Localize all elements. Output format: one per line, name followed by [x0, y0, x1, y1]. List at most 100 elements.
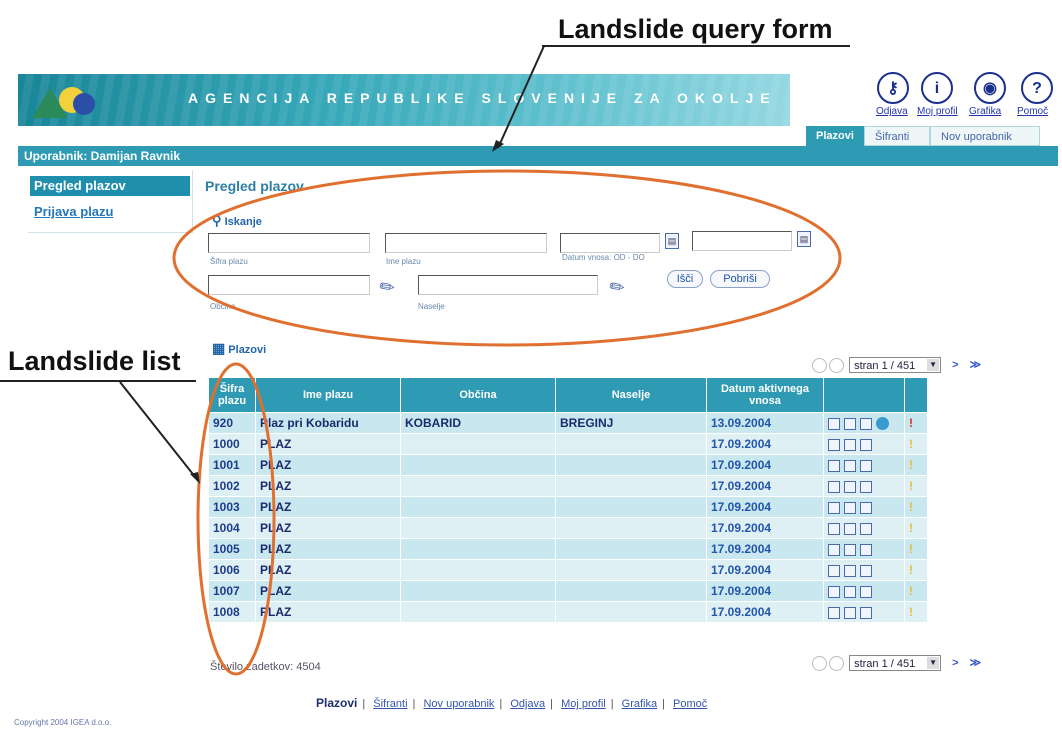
- footer-link-pomoc[interactable]: Pomoč: [673, 698, 707, 710]
- view-icon[interactable]: [828, 480, 840, 493]
- view-icon[interactable]: [828, 522, 840, 535]
- report-icon[interactable]: [860, 501, 872, 514]
- report-icon[interactable]: [860, 585, 872, 598]
- tab-plazovi[interactable]: Plazovi: [806, 126, 864, 146]
- view-icon[interactable]: [828, 501, 840, 514]
- table-row[interactable]: 1005 PLAZ 17.09.2004!: [208, 538, 928, 560]
- info-icon[interactable]: i: [921, 72, 953, 104]
- nav-item-pregled-plazov[interactable]: Pregled plazov: [30, 176, 190, 196]
- col-header-ime[interactable]: Ime plazu: [255, 377, 401, 413]
- table-row[interactable]: 1002 PLAZ 17.09.2004!: [208, 475, 928, 497]
- logout-link[interactable]: Odjava: [876, 106, 908, 117]
- col-header-datum[interactable]: Datum aktivnega vnosa: [706, 377, 824, 413]
- warning-icon: !: [909, 416, 913, 430]
- tab-sifranti[interactable]: Šifranti: [864, 126, 930, 146]
- first-page-icon[interactable]: [812, 357, 827, 373]
- obcina-input[interactable]: [208, 275, 370, 295]
- view-icon[interactable]: [828, 585, 840, 598]
- table-row[interactable]: 1003 PLAZ 17.09.2004!: [208, 496, 928, 518]
- query-form-ellipse: [172, 169, 842, 347]
- report-icon[interactable]: [860, 417, 872, 430]
- view-icon[interactable]: [828, 543, 840, 556]
- first-page-icon[interactable]: [812, 655, 827, 671]
- report-icon[interactable]: [860, 480, 872, 493]
- cell-datum: 17.09.2004: [706, 538, 824, 560]
- edit-icon[interactable]: [844, 543, 856, 556]
- tab-nov-uporabnik[interactable]: Nov uporabnik: [930, 126, 1040, 146]
- page-select[interactable]: stran 1 / 451 ▼: [849, 655, 942, 671]
- footer-link-moj-profil[interactable]: Moj profil: [561, 698, 606, 710]
- col-header-obcina[interactable]: Občina: [400, 377, 556, 413]
- prev-page-icon[interactable]: [829, 357, 844, 373]
- lookup-icon[interactable]: ✎: [375, 275, 399, 301]
- map-globe-icon[interactable]: [876, 417, 889, 431]
- edit-icon[interactable]: [844, 564, 856, 577]
- footer-link-odjava[interactable]: Odjava: [510, 698, 545, 710]
- page-select[interactable]: stran 1 / 451 ▼: [849, 357, 942, 373]
- naselje-input[interactable]: [418, 275, 598, 295]
- table-row[interactable]: 1000 PLAZ 17.09.2004!: [208, 433, 928, 455]
- table-row[interactable]: 1004 PLAZ 17.09.2004!: [208, 517, 928, 539]
- view-icon[interactable]: [828, 564, 840, 577]
- table-row[interactable]: 1006 PLAZ 17.09.2004!: [208, 559, 928, 581]
- search-heading: ⚲ Iskanje: [212, 213, 262, 228]
- warning-icon: !: [909, 584, 913, 598]
- table-row[interactable]: 920 Plaz pri Kobaridu KOBARID BREGINJ 13.09.…: [208, 412, 928, 434]
- last-page-icon[interactable]: ≫: [970, 359, 982, 371]
- search-button[interactable]: Išči: [667, 270, 703, 288]
- sifra-input[interactable]: [208, 233, 370, 253]
- prev-page-icon[interactable]: [829, 655, 844, 671]
- cell-actions: [823, 559, 905, 581]
- footer-link-nov-uporabnik[interactable]: Nov uporabnik: [423, 698, 494, 710]
- report-icon[interactable]: [860, 459, 872, 472]
- footer-link-sifranti[interactable]: Šifranti: [373, 698, 407, 710]
- help-icon[interactable]: ?: [1021, 72, 1053, 104]
- edit-icon[interactable]: [844, 438, 856, 451]
- table-row[interactable]: 1008 PLAZ 17.09.2004!: [208, 601, 928, 623]
- report-icon[interactable]: [860, 606, 872, 619]
- edit-icon[interactable]: [844, 459, 856, 472]
- calendar-icon[interactable]: ▤: [665, 233, 679, 249]
- report-icon[interactable]: [860, 438, 872, 451]
- next-page-icon[interactable]: >: [952, 359, 958, 371]
- report-icon[interactable]: [860, 543, 872, 556]
- edit-icon[interactable]: [844, 417, 856, 430]
- report-icon[interactable]: [860, 564, 872, 577]
- my-profile-link[interactable]: Moj profil: [917, 106, 958, 117]
- edit-icon[interactable]: [844, 606, 856, 619]
- next-page-icon[interactable]: >: [952, 657, 958, 669]
- footer-link-grafika[interactable]: Grafika: [622, 698, 657, 710]
- cell-obcina: [400, 517, 556, 539]
- cell-obcina: [400, 454, 556, 476]
- last-page-icon[interactable]: ≫: [970, 657, 982, 669]
- globe-icon[interactable]: ◉: [974, 72, 1006, 104]
- ime-input[interactable]: [385, 233, 547, 253]
- graphics-link[interactable]: Grafika: [969, 106, 1001, 117]
- edit-icon[interactable]: [844, 585, 856, 598]
- cell-obcina: [400, 580, 556, 602]
- lookup-icon[interactable]: ✎: [605, 275, 629, 301]
- col-header-naselje[interactable]: Naselje: [555, 377, 707, 413]
- col-header-actions: [823, 377, 905, 413]
- table-row[interactable]: 1007 PLAZ 17.09.2004!: [208, 580, 928, 602]
- cell-status: !: [904, 580, 928, 602]
- nav-item-prijava-plazu[interactable]: Prijava plazu: [30, 204, 190, 228]
- view-icon[interactable]: [828, 606, 840, 619]
- report-icon[interactable]: [860, 522, 872, 535]
- datum-do-input[interactable]: [692, 231, 792, 251]
- calendar-icon[interactable]: ▤: [797, 231, 811, 247]
- datum-od-input[interactable]: [560, 233, 660, 253]
- clear-button[interactable]: Pobriši: [710, 270, 770, 288]
- edit-icon[interactable]: [844, 522, 856, 535]
- footer-link-plazovi[interactable]: Plazovi: [316, 696, 357, 710]
- help-link[interactable]: Pomoč: [1017, 106, 1048, 117]
- view-icon[interactable]: [828, 438, 840, 451]
- col-header-sifra[interactable]: Šifra plazu: [208, 377, 256, 413]
- edit-icon[interactable]: [844, 501, 856, 514]
- view-icon[interactable]: [828, 417, 840, 430]
- view-icon[interactable]: [828, 459, 840, 472]
- edit-icon[interactable]: [844, 480, 856, 493]
- table-row[interactable]: 1001 PLAZ 17.09.2004!: [208, 454, 928, 476]
- key-icon[interactable]: ⚷: [877, 72, 909, 104]
- cell-ime: PLAZ: [255, 475, 401, 497]
